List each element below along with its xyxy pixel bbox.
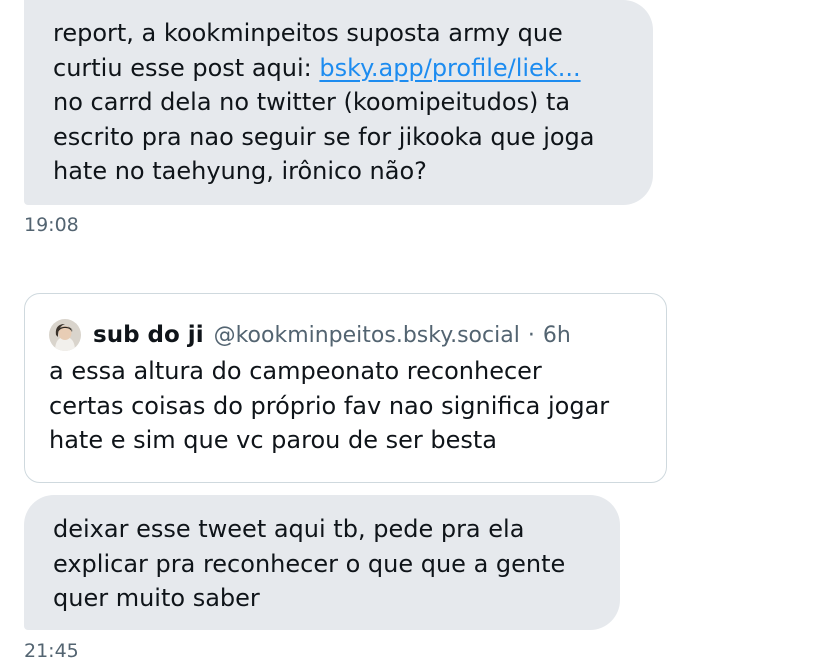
quoted-author-name[interactable]: sub do ji bbox=[93, 322, 204, 348]
message-bubble[interactable]: deixar esse tweet aqui tb, pede pra ela … bbox=[24, 495, 620, 630]
quoted-post-header: sub do ji @kookminpeitos.bsky.social · 6… bbox=[49, 317, 571, 353]
quoted-line: certas coisas do próprio fav nao signifi… bbox=[49, 391, 610, 420]
quoted-post-card[interactable]: sub do ji @kookminpeitos.bsky.social · 6… bbox=[24, 293, 667, 483]
message-line: report, a kookminpeitos suposta army que bbox=[53, 19, 563, 47]
dm-conversation: report, a kookminpeitos suposta army que… bbox=[0, 0, 828, 659]
message-line: escrito pra nao seguir se for jikooka qu… bbox=[53, 122, 595, 151]
message-line: deixar esse tweet aqui tb, pede pra ela bbox=[53, 515, 525, 543]
avatar[interactable] bbox=[49, 319, 81, 351]
message-line: hate no taehyung, irônico não? bbox=[53, 157, 427, 185]
message-line: no carrd dela no twitter (koomipeitudos)… bbox=[53, 88, 571, 116]
profile-link[interactable]: bsky.app/profile/liek... bbox=[319, 54, 580, 82]
quoted-post-text: a essa altura do campeonato reconhecer c… bbox=[49, 354, 609, 458]
message-timestamp: 19:08 bbox=[24, 214, 79, 236]
message-bubble[interactable]: report, a kookminpeitos suposta army que… bbox=[24, 0, 653, 205]
quoted-line: a essa altura do campeonato reconhecer bbox=[49, 357, 542, 385]
avatar-image bbox=[49, 319, 81, 351]
quoted-post-time: 6h bbox=[542, 322, 571, 348]
message-timestamp: 21:45 bbox=[24, 640, 79, 659]
message-line: quer muito saber bbox=[53, 584, 260, 612]
message-line: curtiu esse post aqui: bsky.app/profile/… bbox=[53, 51, 633, 86]
message-line: explicar pra reconhecer o que que a gent… bbox=[53, 549, 566, 578]
quoted-author-handle[interactable]: @kookminpeitos.bsky.social bbox=[214, 323, 520, 348]
message-text: curtiu esse post aqui: bbox=[53, 53, 320, 82]
quoted-line: hate e sim que vc parou de ser besta bbox=[49, 426, 497, 454]
separator-dot: · bbox=[527, 322, 535, 348]
